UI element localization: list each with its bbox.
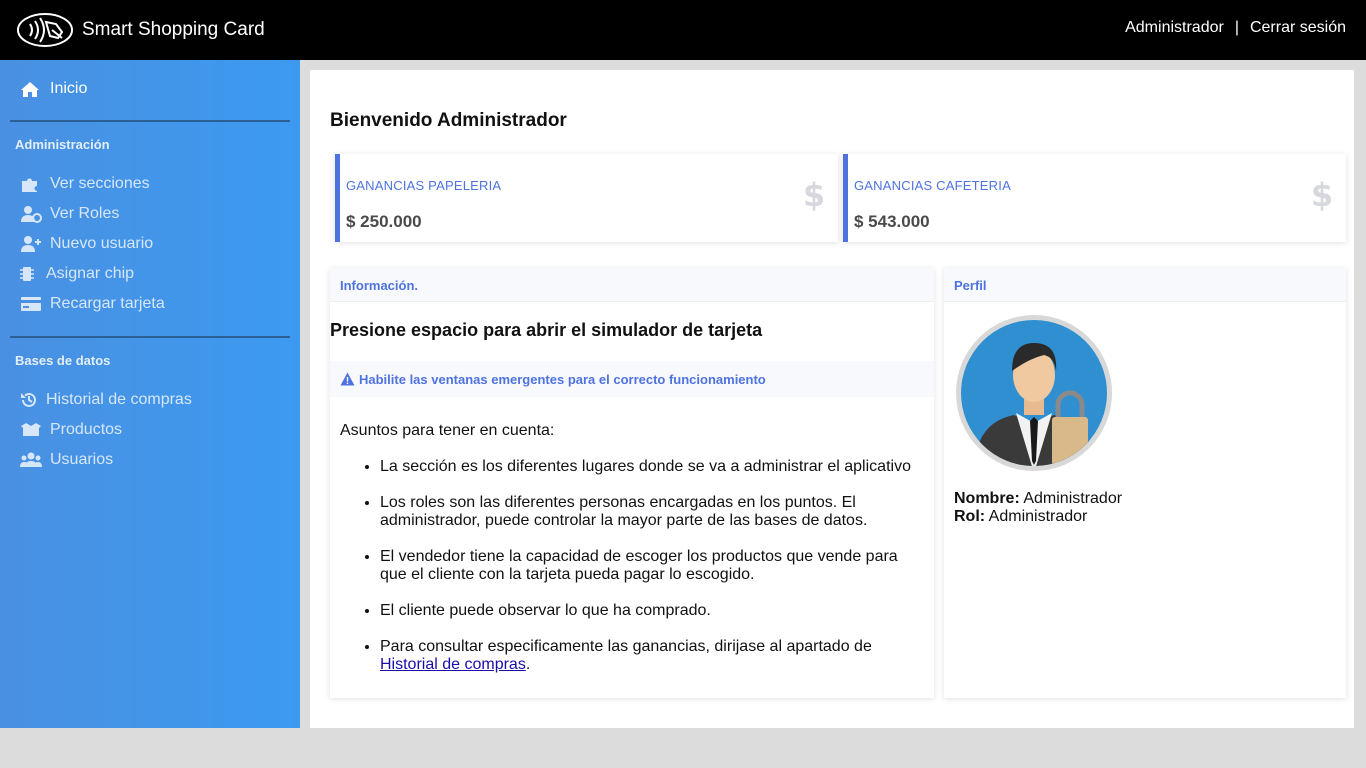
sidebar-item-label: Inicio: [50, 80, 88, 97]
svg-text:$: $: [1311, 176, 1333, 212]
card-value: $ 250.000: [346, 212, 422, 231]
sidebar-section-administracion: Administración: [15, 137, 110, 152]
notes-intro: Asuntos para tener en cuenta:: [340, 422, 555, 439]
user-profile-link[interactable]: Administrador: [1125, 19, 1224, 37]
user-plus-icon: [20, 234, 42, 254]
simulator-instruction-title: Presione espacio para abrir el simulador…: [330, 320, 763, 340]
dollar-icon: $: [803, 176, 825, 212]
puzzle-icon: [20, 174, 42, 194]
list-item: El vendedor tiene la capacidad de escoge…: [380, 548, 920, 584]
sidebar-item-nuevo-usuario[interactable]: Nuevo usuario: [20, 234, 153, 254]
list-item-suffix: .: [525, 656, 531, 673]
sidebar-item-label: Recargar tarjeta: [50, 295, 165, 312]
sidebar-item-label: Usuarios: [50, 451, 114, 468]
history-icon: [20, 390, 38, 410]
sidebar-item-label: Asignar chip: [46, 265, 135, 282]
sidebar-item-label: Nuevo usuario: [50, 235, 154, 252]
profile-role-value: Administrador: [988, 508, 1088, 525]
profile-name-value: Administrador: [1023, 490, 1123, 507]
card-label: GANANCIAS CAFETERIA: [854, 178, 1011, 193]
page-title: Bienvenido Administrador: [330, 110, 567, 131]
logout-link[interactable]: Cerrar sesión: [1250, 19, 1346, 37]
list-item-text: Para consultar especificamente las ganan…: [380, 638, 872, 655]
sidebar-item-ver-roles[interactable]: Ver Roles: [20, 204, 119, 224]
historial-de-compras-link[interactable]: Historial de compras: [380, 656, 526, 673]
boxes-icon: [20, 420, 42, 440]
info-panel-header: Información.: [330, 268, 934, 302]
top-navbar: Smart Shopping Card Administrador | Cerr…: [0, 0, 1366, 60]
profile-name-label: Nombre:: [954, 490, 1020, 507]
profile-panel: Perfil Nombre: Administrador Rol: Admini…: [944, 268, 1346, 698]
sidebar-section-bases-de-datos: Bases de datos: [15, 353, 111, 368]
earnings-card-papeleria: GANANCIAS PAPELERIA $ 250.000 $: [335, 154, 838, 242]
sidebar-item-recargar-tarjeta[interactable]: Recargar tarjeta: [20, 294, 165, 314]
credit-card-icon: [20, 294, 42, 314]
sidebar-item-label: Historial de compras: [46, 391, 192, 408]
sidebar-item-label: Productos: [50, 421, 123, 438]
sidebar-item-productos[interactable]: Productos: [20, 420, 122, 440]
users-icon: [20, 450, 42, 470]
sidebar-divider: [10, 120, 290, 122]
app-title: Smart Shopping Card: [82, 19, 265, 40]
sidebar: Inicio Administración Ver secciones Ver …: [0, 60, 300, 728]
chip-icon: [20, 264, 38, 284]
sidebar-item-asignar-chip[interactable]: Asignar chip: [20, 264, 134, 284]
card-label: GANANCIAS PAPELERIA: [346, 178, 502, 193]
sidebar-item-label: Ver Roles: [50, 205, 120, 222]
main-content: Bienvenido Administrador GANANCIAS PAPEL…: [310, 70, 1354, 728]
warning-icon: [340, 372, 355, 386]
home-icon: [20, 79, 42, 99]
sidebar-item-label: Ver secciones: [50, 175, 150, 192]
sidebar-item-ver-secciones[interactable]: Ver secciones: [20, 174, 150, 194]
brand[interactable]: Smart Shopping Card: [16, 12, 265, 48]
nav-separator: |: [1234, 19, 1239, 36]
top-user-nav: Administrador | Cerrar sesión: [1125, 19, 1346, 37]
profile-role: Rol: Administrador: [954, 508, 1087, 526]
sidebar-item-historial-de-compras[interactable]: Historial de compras: [20, 390, 192, 410]
profile-panel-header: Perfil: [944, 268, 1346, 302]
profile-name: Nombre: Administrador: [954, 490, 1122, 508]
notes-list: La sección es los diferentes lugares don…: [380, 458, 920, 692]
list-item: La sección es los diferentes lugares don…: [380, 458, 920, 476]
card-value: $ 543.000: [854, 212, 930, 231]
info-panel: Información. Presione espacio para abrir…: [330, 268, 934, 698]
popup-warning: Habilite las ventanas emergentes para el…: [330, 361, 934, 397]
list-item: Los roles son las diferentes personas en…: [380, 494, 920, 530]
dollar-icon: $: [1311, 176, 1333, 212]
sidebar-item-usuarios[interactable]: Usuarios: [20, 450, 113, 470]
list-item: Para consultar especificamente las ganan…: [380, 638, 920, 674]
list-item: El cliente puede observar lo que ha comp…: [380, 602, 920, 620]
earnings-card-cafeteria: GANANCIAS CAFETERIA $ 543.000 $: [843, 154, 1346, 242]
sidebar-item-inicio[interactable]: Inicio: [20, 79, 87, 99]
admin-avatar: [956, 315, 1112, 471]
svg-text:$: $: [803, 176, 825, 212]
user-roles-icon: [20, 204, 42, 224]
contactless-card-logo-icon: [17, 13, 73, 47]
sidebar-divider: [10, 336, 290, 338]
profile-role-label: Rol:: [954, 508, 986, 525]
warning-text: Habilite las ventanas emergentes para el…: [359, 371, 766, 387]
